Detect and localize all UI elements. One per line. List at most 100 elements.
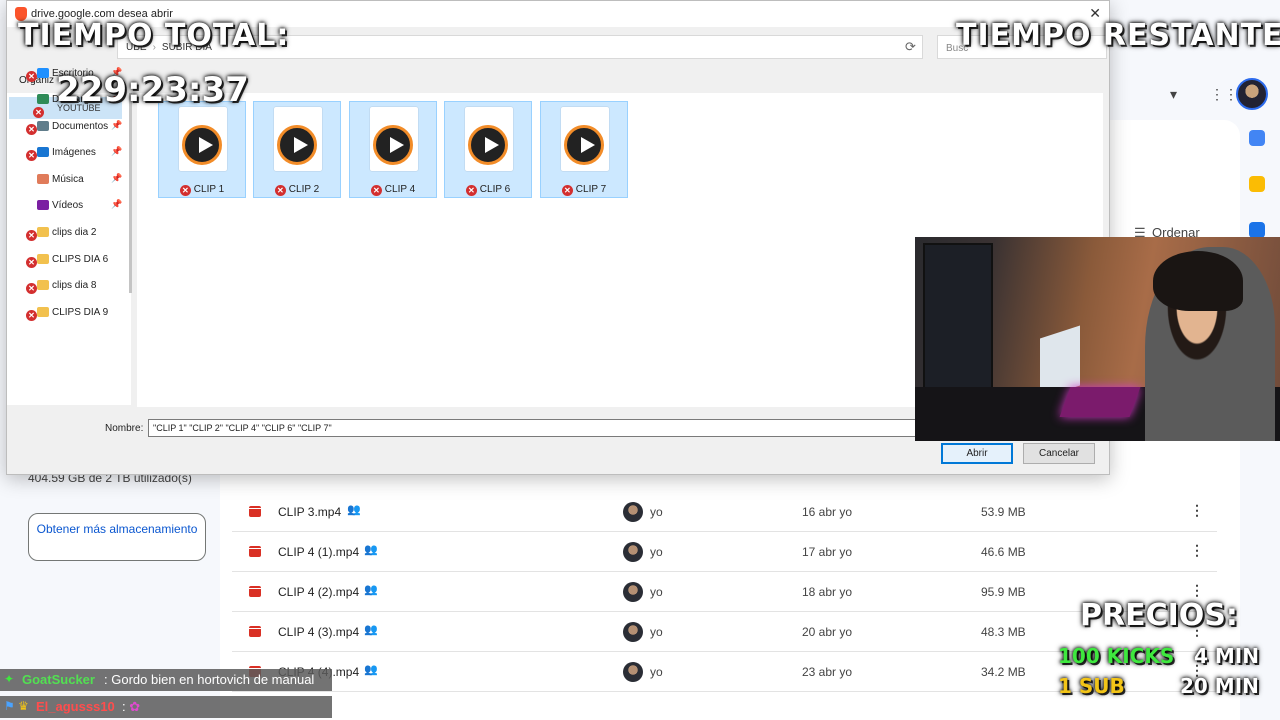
chevron-down-icon[interactable]: ▾	[1170, 86, 1177, 103]
table-row[interactable]: CLIP 4 (1).mp4 👥 yo 17 abr yo 46.6 MB ⋮	[232, 532, 1217, 572]
calendar-icon[interactable]	[1249, 130, 1265, 146]
file-item[interactable]: ✕ CLIP 6	[444, 101, 532, 198]
file-item[interactable]: ✕ CLIP 4	[349, 101, 437, 198]
file-size: 53.9 MB	[981, 505, 1026, 519]
get-more-storage-button[interactable]: Obtener más almacenamiento	[28, 513, 206, 561]
cancel-button[interactable]: Cancelar	[1023, 443, 1095, 464]
table-row[interactable]: CLIP 3.mp4 👥 yo 16 abr yo 53.9 MB ⋮	[232, 492, 1217, 532]
folder-icon	[37, 94, 49, 104]
folder-icon	[37, 68, 49, 78]
nav-item[interactable]: CLIPS DIA 6 ✕	[7, 249, 131, 271]
nav-item-label: Vídeos	[52, 200, 84, 211]
chat-username: GoatSucker	[22, 672, 95, 687]
video-file-icon	[249, 586, 261, 597]
filename-label: Nombre:	[105, 423, 144, 434]
nav-item[interactable]: Imágenes 📌 ✕	[7, 142, 131, 164]
nav-item-label: CLIPS DIA 6	[52, 254, 109, 265]
total-time-value: 229:23:37	[56, 70, 249, 110]
file-label: ✕ CLIP 6	[445, 184, 531, 196]
file-item[interactable]: ✕ CLIP 7	[540, 101, 628, 198]
file-item[interactable]: ✕ CLIP 1	[158, 101, 246, 198]
play-icon	[564, 125, 604, 165]
nav-item-label: CLIPS DIA 9	[52, 307, 109, 318]
price-kicks-time: 4 MIN	[1194, 644, 1259, 668]
open-button[interactable]: Abrir	[941, 443, 1013, 464]
chat-message: ✦ GoatSucker : Gordo bien en hortovich d…	[0, 669, 332, 691]
sync-error-icon: ✕	[26, 230, 37, 241]
nav-item[interactable]: Vídeos 📌	[7, 195, 131, 217]
nav-item[interactable]: CLIPS DIA 9 ✕	[7, 302, 131, 324]
sync-error-icon: ✕	[26, 257, 37, 268]
nav-item[interactable]: Música 📌	[7, 169, 131, 191]
table-row[interactable]: CLIP 4 (2).mp4 👥 yo 18 abr yo 95.9 MB ⋮	[232, 572, 1217, 612]
keyboard	[1059, 387, 1141, 417]
folder-icon	[37, 121, 49, 131]
price-sub: 1 SUB	[1058, 674, 1125, 698]
owner-avatar	[623, 542, 643, 562]
video-file-icon	[249, 546, 261, 557]
folder-icon	[37, 307, 49, 317]
keep-icon[interactable]	[1249, 176, 1265, 192]
sync-error-icon: ✕	[26, 124, 37, 135]
sync-error-icon: ✕	[26, 310, 37, 321]
refresh-icon[interactable]: ⟳	[905, 39, 916, 55]
chat-username: El_agusss10	[36, 699, 115, 714]
file-owner: yo	[650, 505, 663, 519]
emote-icon: ✿	[129, 699, 141, 714]
file-label: ✕ CLIP 1	[159, 184, 245, 196]
sync-error-icon: ✕	[561, 185, 573, 196]
file-name: CLIP 4 (1).mp4	[278, 545, 360, 559]
file-item[interactable]: ✕ CLIP 2	[253, 101, 341, 198]
chat-text: : ✿	[122, 699, 141, 714]
file-owner: yo	[650, 665, 663, 679]
shared-icon: 👥	[364, 664, 378, 676]
file-date: 17 abr yo	[802, 545, 853, 559]
chat-message-text: Gordo bien en hortovich de manual	[111, 672, 315, 687]
sync-error-icon: ✕	[465, 185, 477, 196]
monitor	[923, 243, 993, 393]
more-options-icon[interactable]: ⋮	[1190, 582, 1204, 599]
file-date: 16 abr yo	[802, 505, 853, 519]
owner-avatar	[623, 582, 643, 602]
nav-item-label: Documentos	[52, 121, 109, 132]
sync-error-icon: ✕	[274, 185, 286, 196]
file-date: 18 abr yo	[802, 585, 853, 599]
subscriber-badge-icon: ♛	[18, 699, 29, 713]
shared-icon: 👥	[347, 504, 361, 516]
owner-avatar	[623, 622, 643, 642]
file-size: 34.2 MB	[981, 665, 1026, 679]
more-options-icon[interactable]: ⋮	[1190, 502, 1204, 519]
file-name: CLIP 4	[384, 184, 416, 195]
nav-item[interactable]: clips dia 2 ✕	[7, 222, 131, 244]
nav-item-label: Imágenes	[52, 147, 96, 158]
filename-field[interactable]: "CLIP 1" "CLIP 2" "CLIP 4" "CLIP 6" "CLI…	[148, 419, 938, 437]
file-label: ✕ CLIP 4	[350, 184, 436, 196]
more-options-icon[interactable]: ⋮	[1190, 542, 1204, 559]
shared-icon: 👥	[364, 584, 378, 596]
file-name: CLIP 4 (3).mp4	[278, 625, 360, 639]
sync-error-icon: ✕	[370, 185, 382, 196]
file-owner: yo	[650, 585, 663, 599]
price-kicks: 100 KICKS	[1058, 644, 1175, 668]
file-size: 46.6 MB	[981, 545, 1026, 559]
tasks-icon[interactable]	[1249, 222, 1265, 238]
folder-icon	[37, 254, 49, 264]
sync-error-icon: ✕	[26, 283, 37, 294]
chat-text: : Gordo bien en hortovich de manual	[104, 672, 315, 687]
file-name: CLIP 1	[193, 184, 225, 195]
pin-icon: 📌	[111, 146, 123, 156]
play-icon	[468, 125, 508, 165]
pin-icon: 📌	[111, 173, 123, 183]
owner-avatar	[623, 662, 643, 682]
nav-item[interactable]: Documentos 📌 ✕	[7, 116, 131, 138]
folder-icon	[37, 280, 49, 290]
file-date: 20 abr yo	[802, 625, 853, 639]
total-time-label: TIEMPO TOTAL:	[18, 18, 290, 53]
prices-label: PRECIOS:	[1080, 598, 1238, 633]
price-sub-time: 20 MIN	[1180, 674, 1259, 698]
nav-item[interactable]: clips dia 8 ✕	[7, 275, 131, 297]
sync-error-icon: ✕	[179, 185, 191, 196]
account-avatar[interactable]	[1236, 78, 1268, 110]
folder-icon	[37, 147, 49, 157]
play-icon	[182, 125, 222, 165]
